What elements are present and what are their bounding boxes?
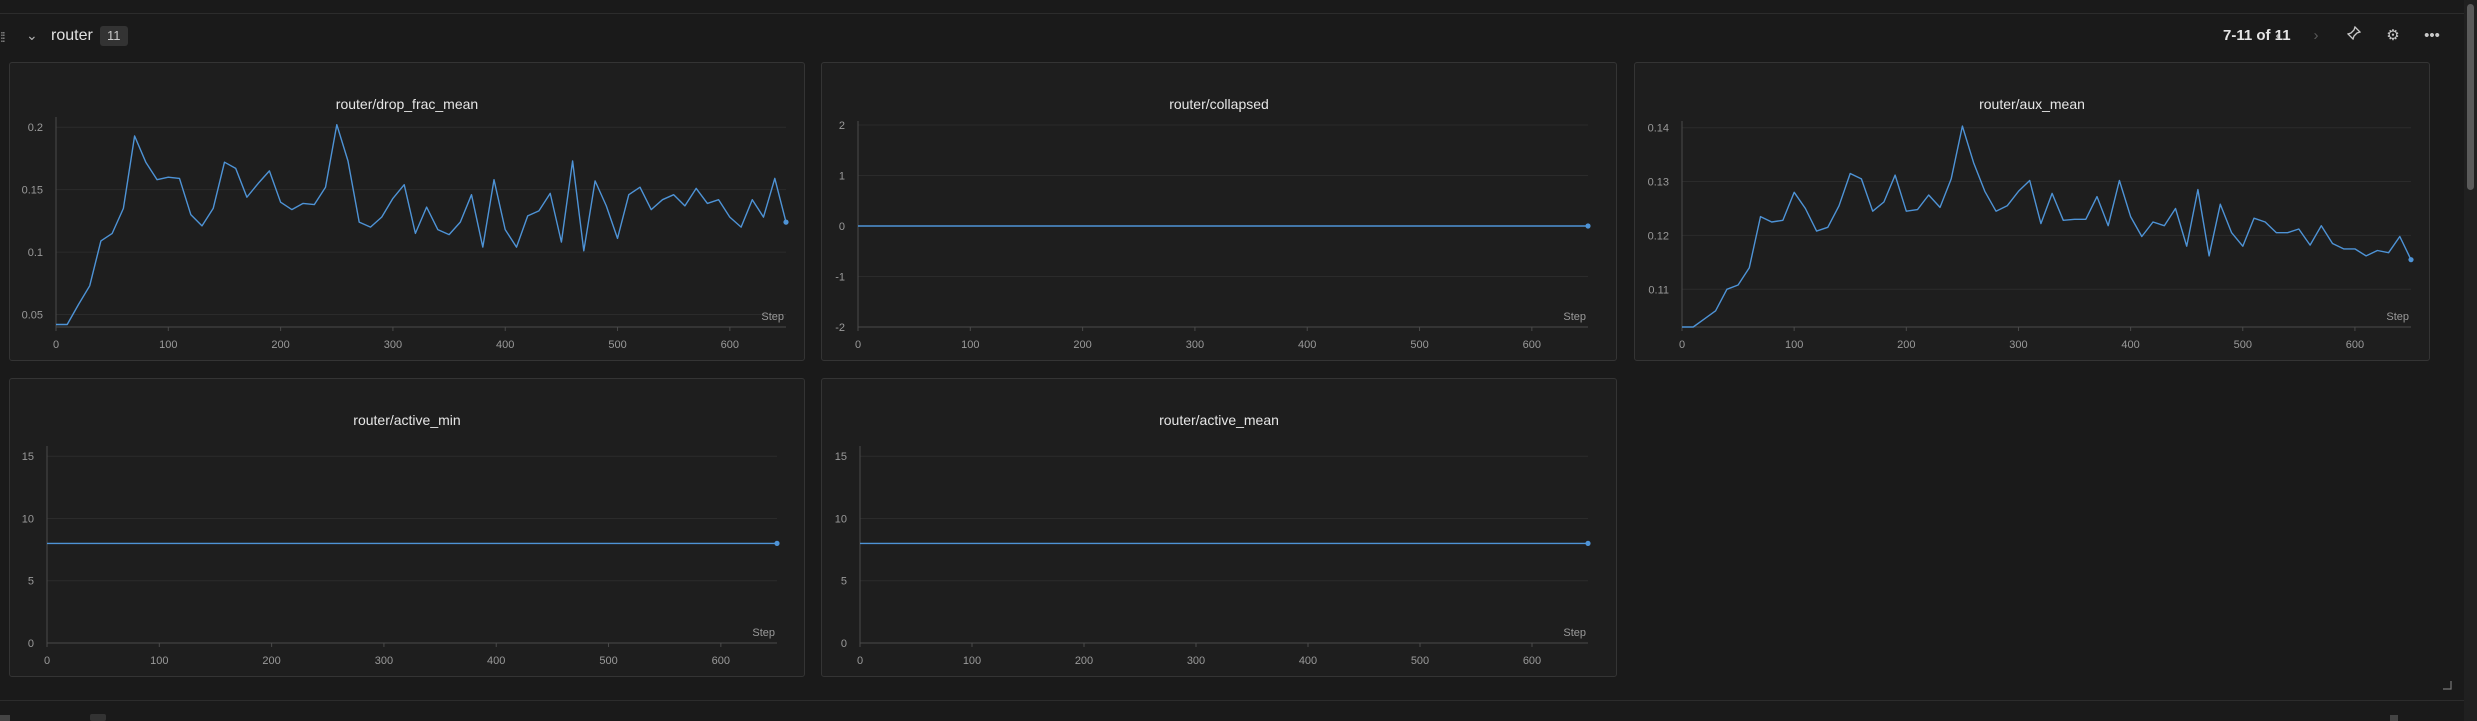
y-tick-label: 0.12 [1648, 230, 1669, 242]
x-tick-label: 200 [1075, 655, 1093, 667]
line-chart: 0 5 10 15 0 100 200 300 400 500 600 Step [22, 446, 780, 667]
drag-handle-icon[interactable]: ⁞⁞ [0, 29, 6, 45]
y-tick-label: 0.14 [1648, 123, 1669, 135]
section-title[interactable]: router [51, 27, 93, 45]
x-tick-label: 200 [262, 655, 280, 667]
y-tick-label: 15 [835, 451, 847, 463]
y-tick-label: 0.15 [22, 185, 43, 197]
x-tick-label: 400 [487, 655, 505, 667]
x-axis-label: Step [1563, 311, 1586, 323]
y-tick-label: 0 [28, 638, 34, 650]
x-tick-label: 0 [857, 655, 863, 667]
last-point-marker [2408, 257, 2414, 263]
count-badge: 11 [100, 26, 128, 46]
x-tick-label: 300 [2009, 339, 2027, 351]
gear-icon[interactable]: ⚙ [2381, 24, 2405, 48]
x-tick-label: 500 [608, 339, 626, 351]
y-tick-label: 0 [839, 221, 845, 233]
panel-active-min[interactable]: router/active_min 0 5 10 15 0 100 200 300 400 500… [9, 378, 805, 677]
x-tick-label: 0 [44, 655, 50, 667]
x-tick-label: 300 [384, 339, 402, 351]
x-tick-label: 0 [855, 339, 861, 351]
x-tick-label: 400 [2121, 339, 2139, 351]
y-tick-label: -1 [835, 272, 845, 284]
y-tick-label: 2 [839, 120, 845, 132]
panel-active-mean[interactable]: router/active_mean 0 5 10 15 0 100 200 300 400 50… [821, 378, 1617, 677]
x-tick-label: 0 [1679, 339, 1685, 351]
series-line [1682, 125, 2412, 328]
more-horizontal-icon[interactable]: ••• [2420, 24, 2444, 48]
x-tick-label: 100 [963, 655, 981, 667]
x-tick-label: 200 [1897, 339, 1915, 351]
x-axis-label: Step [761, 311, 784, 323]
y-tick-label: 5 [841, 576, 847, 588]
line-chart: 0.11 0.12 0.13 0.14 0 100 200 300 400 500 600 Step [1648, 121, 2414, 351]
bottom-divider [0, 700, 2477, 701]
x-tick-label: 400 [1299, 655, 1317, 667]
x-tick-label: 0 [53, 339, 59, 351]
line-chart: 0 5 10 15 0 100 200 300 400 500 600 Step [835, 446, 1591, 667]
x-tick-label: 500 [1410, 339, 1428, 351]
panel-drop-frac-mean[interactable]: router/drop_frac_mean 0.05 0.1 0.15 0.2 0 100… [9, 62, 805, 361]
chevron-left-icon[interactable] [2390, 715, 2398, 721]
x-axis-label: Step [2386, 311, 2409, 323]
panel-aux-mean[interactable]: router/aux_mean 0.11 0.12 0.13 0.14 0 100 200 3… [1634, 62, 2430, 361]
y-tick-label: 15 [22, 451, 34, 463]
resize-corner-icon[interactable] [2442, 680, 2452, 690]
chevron-left-icon[interactable]: ‹ [2266, 24, 2290, 48]
y-tick-label: 5 [28, 576, 34, 588]
x-tick-label: 300 [1187, 655, 1205, 667]
x-tick-label: 600 [712, 655, 730, 667]
x-axis-label: Step [752, 627, 775, 639]
x-tick-label: 600 [1523, 655, 1541, 667]
y-tick-label: 0.11 [1648, 284, 1669, 296]
y-tick-label: 1 [839, 171, 845, 183]
top-divider [0, 13, 2477, 14]
last-point-marker [774, 540, 780, 546]
last-point-marker [783, 219, 789, 225]
x-tick-label: 300 [1186, 339, 1204, 351]
y-tick-label: 10 [835, 513, 847, 525]
x-tick-label: 100 [150, 655, 168, 667]
y-tick-label: 0.05 [22, 310, 43, 322]
y-tick-label: 10 [22, 513, 34, 525]
panel-collapsed[interactable]: router/collapsed -2 -1 0 1 2 0 100 200 300 400 500… [821, 62, 1617, 361]
y-tick-label: 0.1 [28, 247, 43, 259]
line-chart: 0.05 0.1 0.15 0.2 0 100 200 300 400 500 600 Step [22, 117, 789, 351]
x-tick-label: 500 [599, 655, 617, 667]
y-tick-label: -2 [835, 322, 845, 334]
drag-handle-icon[interactable] [0, 715, 10, 721]
x-tick-label: 100 [159, 339, 177, 351]
x-tick-label: 500 [2234, 339, 2252, 351]
x-tick-label: 400 [496, 339, 514, 351]
x-axis-label: Step [1563, 627, 1586, 639]
x-tick-label: 200 [271, 339, 289, 351]
next-section-peek [0, 712, 2477, 721]
x-tick-label: 100 [961, 339, 979, 351]
y-tick-label: 0.2 [28, 122, 43, 134]
x-tick-label: 100 [1785, 339, 1803, 351]
x-tick-label: 500 [1411, 655, 1429, 667]
scrollbar-thumb[interactable] [2467, 4, 2474, 190]
x-tick-label: 400 [1298, 339, 1316, 351]
last-point-marker [1585, 223, 1591, 229]
x-tick-label: 300 [375, 655, 393, 667]
x-tick-label: 600 [721, 339, 739, 351]
y-tick-label: 0.13 [1648, 177, 1669, 189]
section-header: ⁞⁞ ⌄ router 11 7-11 of 11 ‹ › ⚙ ••• [0, 20, 2477, 56]
x-tick-label: 600 [2346, 339, 2364, 351]
line-chart: -2 -1 0 1 2 0 100 200 300 400 500 600 Step [835, 120, 1591, 351]
chevron-down-icon[interactable]: ⌄ [26, 27, 38, 44]
chevron-right-icon[interactable]: › [2304, 24, 2328, 48]
y-tick-label: 0 [841, 638, 847, 650]
pin-icon[interactable] [2342, 24, 2366, 48]
count-badge [90, 714, 106, 721]
last-point-marker [1585, 540, 1591, 546]
x-tick-label: 200 [1073, 339, 1091, 351]
series-line [56, 124, 787, 326]
x-tick-label: 600 [1523, 339, 1541, 351]
